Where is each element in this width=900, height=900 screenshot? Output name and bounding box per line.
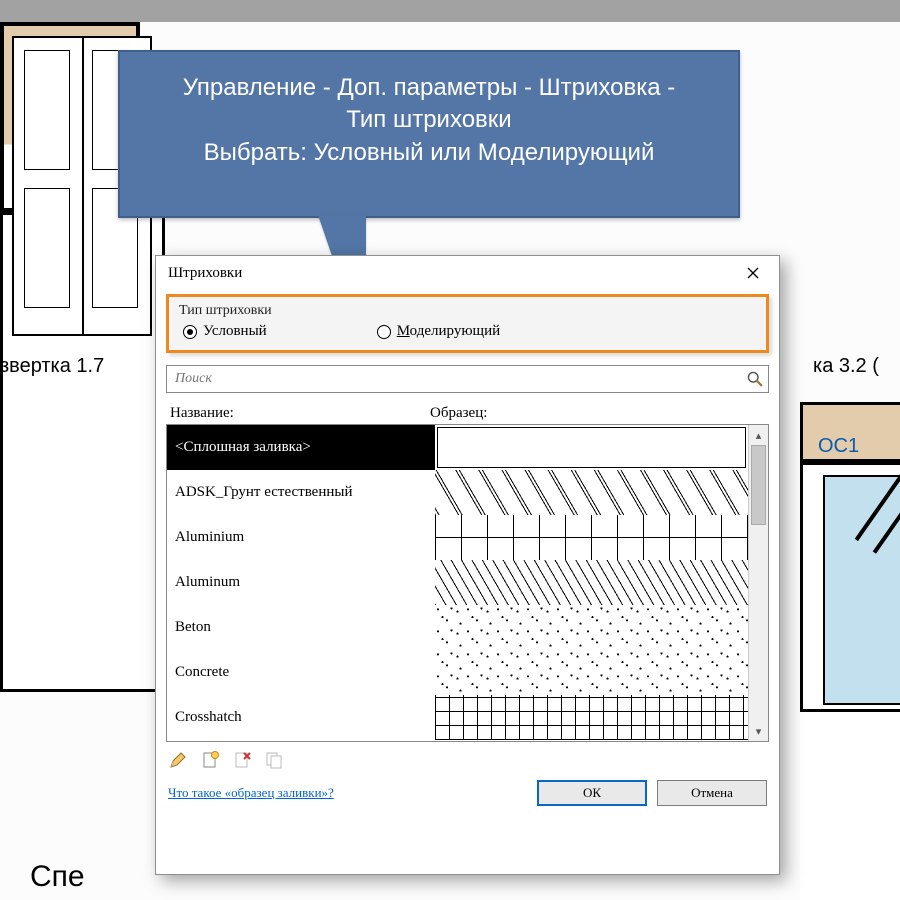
new-button[interactable] <box>198 748 222 772</box>
swatch-vtick-icon <box>435 515 748 560</box>
scrollbar[interactable]: ▴ ▾ <box>748 425 768 741</box>
scroll-down-button[interactable]: ▾ <box>749 721 768 741</box>
instruction-callout: Управление - Доп. параметры - Штриховка … <box>118 50 740 218</box>
close-icon <box>747 267 759 279</box>
cancel-button[interactable]: Отмена <box>657 780 767 806</box>
pattern-name: Beton <box>167 605 435 650</box>
bg-label-spec: Спе <box>30 862 85 892</box>
pattern-name: Aluminum <box>167 560 435 605</box>
bg-label-right: ка 3.2 ( <box>813 356 879 376</box>
dialog-title: Штриховки <box>168 265 242 282</box>
bg-label-left: звертка 1.7 <box>0 356 104 376</box>
pattern-name: ADSK_Грунт естественный <box>167 470 435 515</box>
swatch-diaggap-icon <box>435 470 748 515</box>
scroll-thumb[interactable] <box>751 445 766 525</box>
new-page-icon <box>200 750 220 770</box>
delete-page-icon <box>232 750 252 770</box>
duplicate-icon <box>264 750 284 770</box>
radio-model-label: Моделирующий <box>397 323 500 340</box>
pattern-row[interactable]: <Сплошная заливка> <box>167 425 748 470</box>
pattern-row[interactable]: Concrete <box>167 650 748 695</box>
edit-button[interactable] <box>166 748 190 772</box>
pattern-type-group: Тип штриховки Условный Моделирующий <box>166 294 769 353</box>
search-button[interactable] <box>742 366 768 392</box>
swatch-diag-icon <box>435 560 748 605</box>
pattern-sample <box>435 560 748 605</box>
help-link[interactable]: Что такое «образец заливки»? <box>168 785 334 801</box>
search-icon <box>746 370 764 388</box>
pattern-row[interactable]: Crosshatch <box>167 695 748 740</box>
pattern-row[interactable]: Beton <box>167 605 748 650</box>
radio-drafting-label: Условный <box>203 323 267 340</box>
pattern-sample <box>435 470 748 515</box>
dialog-titlebar: Штриховки <box>156 256 779 290</box>
list-toolbar <box>156 742 779 774</box>
pattern-name: Concrete <box>167 650 435 695</box>
radio-dot-icon <box>183 325 197 339</box>
pattern-name: Crosshatch <box>167 695 435 740</box>
duplicate-button[interactable] <box>262 748 286 772</box>
callout-line-1: Управление - Доп. параметры - Штриховка … <box>138 72 720 104</box>
callout-line-2: Тип штриховки <box>138 104 720 136</box>
pattern-sample <box>435 650 748 695</box>
bg-label-os: OC1 <box>818 435 859 458</box>
search-input[interactable] <box>167 371 742 387</box>
column-sample: Образец: <box>430 405 765 422</box>
pencil-icon <box>168 750 188 770</box>
swatch-grid-icon <box>435 695 748 740</box>
radio-drafting[interactable]: Условный <box>183 323 267 340</box>
pattern-row[interactable]: ADSK_Грунт естественный <box>167 470 748 515</box>
callout-line-3: Выбрать: Условный или Моделирующий <box>138 137 720 169</box>
close-button[interactable] <box>733 260 773 286</box>
pattern-row[interactable]: Aluminum <box>167 560 748 605</box>
pattern-sample <box>435 605 748 650</box>
search-field[interactable] <box>166 365 769 393</box>
swatch-speck-icon <box>435 650 748 695</box>
pattern-sample <box>435 695 748 740</box>
radio-dot-icon <box>377 325 391 339</box>
fill-patterns-dialog: Штриховки Тип штриховки Условный Моделир… <box>155 255 780 875</box>
pattern-name: Aluminium <box>167 515 435 560</box>
pattern-type-legend: Тип штриховки <box>179 303 756 319</box>
pattern-sample <box>435 515 748 560</box>
swatch-solid-icon <box>438 428 745 467</box>
ok-button[interactable]: ОК <box>537 780 647 806</box>
pattern-sample <box>437 427 746 468</box>
pattern-name: <Сплошная заливка> <box>167 425 435 470</box>
delete-button[interactable] <box>230 748 254 772</box>
column-name: Название: <box>170 405 430 422</box>
pattern-row[interactable]: Aluminium <box>167 515 748 560</box>
swatch-speck-icon <box>435 605 748 650</box>
radio-model[interactable]: Моделирующий <box>377 323 500 340</box>
list-header: Название: Образец: <box>156 399 779 424</box>
scroll-up-button[interactable]: ▴ <box>749 425 768 445</box>
pattern-list: <Сплошная заливка>ADSK_Грунт естественны… <box>166 424 769 742</box>
